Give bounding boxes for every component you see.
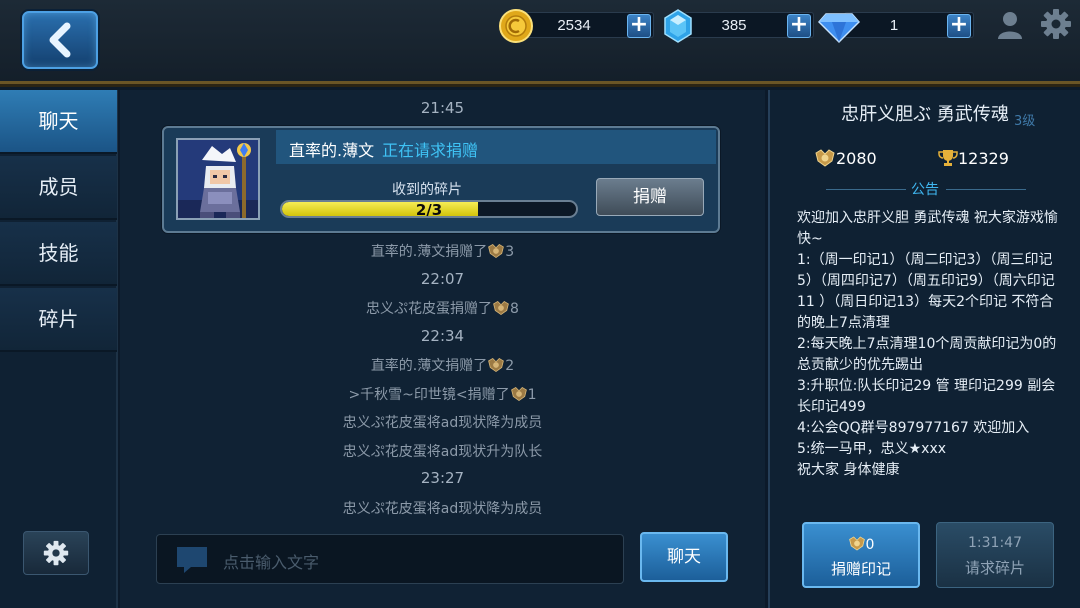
chat-timestamp: 22:34 <box>120 327 765 345</box>
nav-tab-skills[interactable]: 技能 <box>0 222 117 286</box>
chat-message: >千秋雪~印世镜<捐赠了 1 <box>120 384 765 404</box>
donation-count: 3 <box>505 244 515 260</box>
fragments-received-label: 收到的碎片 <box>392 182 462 198</box>
timestamp-text: 22:34 <box>420 327 465 345</box>
crystal-icon <box>664 9 692 43</box>
request-fragment-label: 请求碎片 <box>964 559 1025 577</box>
donate-mark-button[interactable]: 0 捐赠印记 <box>802 522 920 588</box>
donation-count: 2 <box>505 358 515 374</box>
message-text: 直率的.薄文捐赠了 <box>370 244 488 260</box>
chat-timestamp: 21:45 <box>420 99 465 117</box>
chat-input-placeholder: 点击输入文字 <box>223 553 320 572</box>
diamond-icon <box>818 13 860 44</box>
crystal-value: 385 <box>721 17 747 34</box>
settings-gear-icon[interactable] <box>1040 8 1072 40</box>
donation-count: 1 <box>527 387 537 403</box>
nav-tab-members[interactable]: 成员 <box>0 156 117 220</box>
hero-avatar <box>176 138 260 220</box>
back-arrow-icon <box>49 22 71 58</box>
requester-name: 直率的.薄文 <box>289 141 375 160</box>
chat-bubble-icon <box>177 547 207 573</box>
donate-button[interactable]: 捐赠 <box>596 178 704 216</box>
message-text: 忠义ぷ花皮蛋将ad现状降为成员 <box>342 415 543 431</box>
chat-panel: 21:45 直率的.薄文 正在请求捐赠 收到的碎片 2/3 捐赠 直率的.薄文捐… <box>120 90 765 608</box>
guild-panel: 忠肝义胆ぶ 勇武传魂 3级 2080 12329 公告 欢迎加入忠肝义胆 勇武传… <box>768 90 1080 608</box>
top-bar: 2534 + 385 + 1 + <box>0 0 1080 87</box>
message-text: 忠义ぷ花皮蛋将ad现状升为队长 <box>342 444 543 460</box>
trophy-icon <box>938 150 958 166</box>
chat-message: 忠义ぷ花皮蛋将ad现状降为成员 <box>120 498 765 518</box>
chat-message: 直率的.薄文捐赠了 2 <box>120 355 765 375</box>
progress-text: 2/3 <box>415 201 443 218</box>
guild-notice: 欢迎加入忠肝义胆 勇武传魂 祝大家游戏愉快~ 1:（周一印记1）（周二印记3）（… <box>797 210 1058 478</box>
chat-message: 直率的.薄文捐赠了 3 <box>120 241 765 261</box>
request-fragment-timer: 1:31:47 <box>968 535 1022 551</box>
donation-count: 8 <box>510 301 519 317</box>
request-fragment-button[interactable]: 1:31:47 请求碎片 <box>936 522 1054 588</box>
notice-title: 公告 <box>911 182 939 198</box>
add-diamond-button[interactable]: + <box>947 14 971 38</box>
chat-timestamp: 23:27 <box>120 469 765 487</box>
timestamp-text: 23:27 <box>420 469 465 487</box>
fragment-progress-bar: 2/3 <box>280 200 578 218</box>
medal-badge-icon <box>488 357 505 373</box>
guild-level: 3级 <box>1014 114 1036 129</box>
medal-badge-icon <box>488 243 505 259</box>
message-text: >千秋雪~印世镜<捐赠了 <box>348 387 510 403</box>
donation-request-card: 直率的.薄文 正在请求捐赠 收到的碎片 2/3 捐赠 <box>162 126 720 233</box>
medal-badge-icon <box>510 386 527 402</box>
gold-value: 2534 <box>557 17 591 34</box>
add-crystal-button[interactable]: + <box>787 14 811 38</box>
nav-tab-chat[interactable]: 聊天 <box>0 90 117 154</box>
user-profile-icon[interactable] <box>996 10 1024 40</box>
message-text: 忠义ぷ花皮蛋将ad现状降为成员 <box>342 501 543 517</box>
chat-message: 忠义ぷ花皮蛋将ad现状升为队长 <box>120 441 765 461</box>
message-text: 直率的.薄文捐赠了 <box>370 358 488 374</box>
request-status: 正在请求捐赠 <box>382 141 479 160</box>
guild-trophy-count: 12329 <box>958 149 1009 168</box>
nav-tab-fragments[interactable]: 碎片 <box>0 288 117 352</box>
gold-counter: 2534 + <box>524 12 654 38</box>
message-text: 忠义ぷ花皮蛋捐赠了 <box>366 301 493 317</box>
add-gold-button[interactable]: + <box>627 14 651 38</box>
medal-badge-icon <box>848 536 865 551</box>
donate-mark-count: 0 <box>865 537 875 553</box>
gear-icon <box>43 540 69 566</box>
timestamp-text: 22:07 <box>420 270 465 288</box>
chat-input[interactable]: 点击输入文字 <box>156 534 624 584</box>
back-button[interactable] <box>22 11 98 69</box>
gold-coin-icon <box>499 9 533 43</box>
chat-message: 忠义ぷ花皮蛋捐赠了 8 <box>120 298 765 318</box>
guild-trophy-stat: 12329 <box>938 149 1009 168</box>
medal-badge-icon <box>493 300 509 316</box>
medal-badge-icon <box>815 149 835 167</box>
crystal-counter: 385 + <box>684 12 814 38</box>
donate-mark-label: 捐赠印记 <box>830 560 891 578</box>
diamond-counter: 1 + <box>844 12 974 38</box>
chat-message: 忠义ぷ花皮蛋将ad现状降为成员 <box>120 412 765 432</box>
send-chat-button[interactable]: 聊天 <box>640 532 728 582</box>
notice-divider-right <box>946 189 1026 190</box>
guild-medal-count: 2080 <box>836 149 877 168</box>
chat-settings-button[interactable] <box>23 531 89 575</box>
guild-medal-stat: 2080 <box>814 149 877 168</box>
chat-timestamp: 22:07 <box>120 270 765 288</box>
donate-mark-count-row: 0 <box>804 536 918 553</box>
